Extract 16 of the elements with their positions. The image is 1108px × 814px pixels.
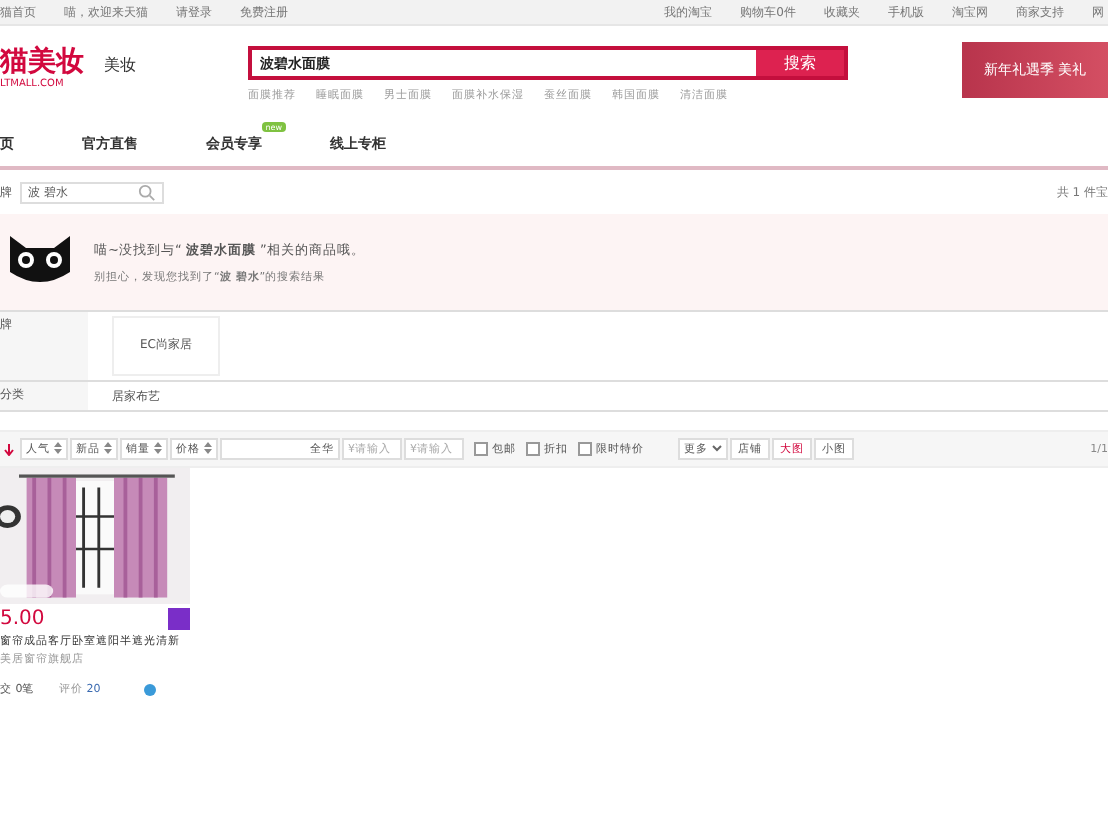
sort-icon	[204, 442, 212, 455]
search-icon	[138, 183, 156, 201]
search-button[interactable]: 搜索	[756, 50, 844, 76]
checkbox[interactable]	[578, 442, 592, 456]
chat-icon[interactable]	[144, 683, 157, 695]
sort-arrow-icon[interactable]	[0, 443, 18, 455]
logo-text[interactable]: 猫美妆	[0, 46, 88, 78]
product-price: 5.00	[0, 608, 45, 630]
sort-icon	[154, 442, 162, 455]
checkbox[interactable]	[526, 442, 540, 456]
sort-icon	[104, 442, 112, 455]
channel-title: 美妆	[104, 54, 138, 76]
sort-icon	[54, 442, 62, 455]
checkbox[interactable]	[474, 442, 488, 456]
caret-icon	[712, 444, 722, 453]
promo-badge-icon	[168, 608, 190, 630]
